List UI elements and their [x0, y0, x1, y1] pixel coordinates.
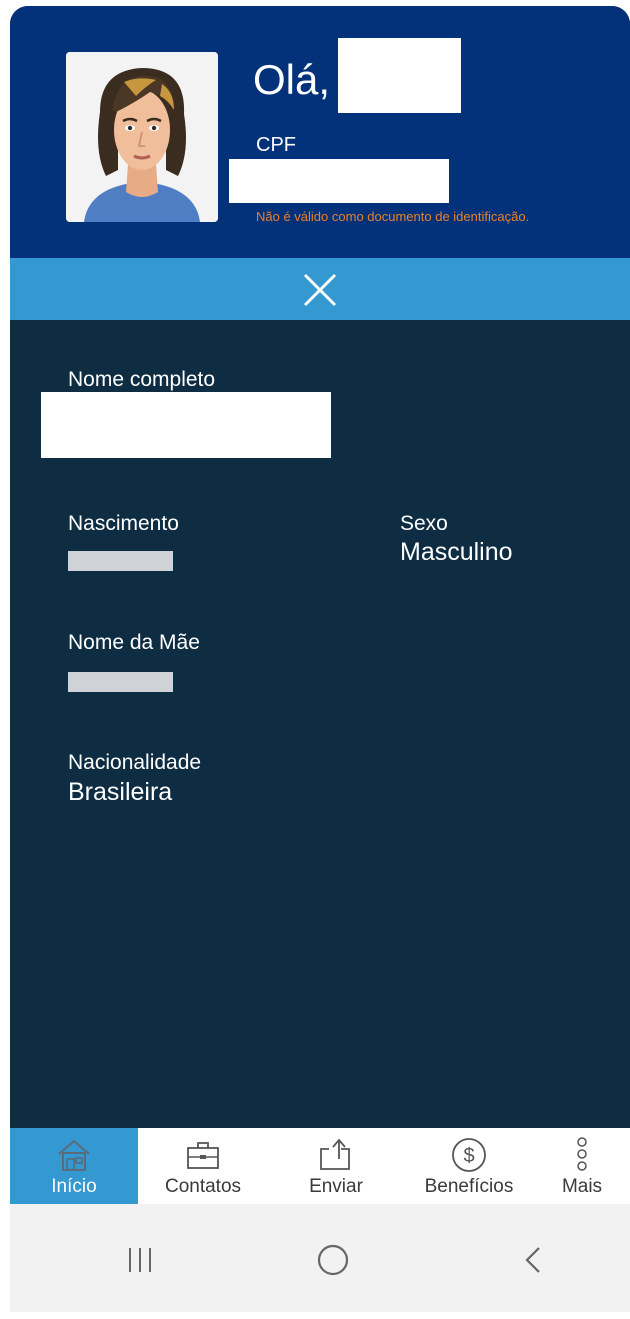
nav-label-contatos: Contatos: [164, 1176, 242, 1197]
birth-date-label: Nascimento: [68, 512, 179, 535]
nav-label-enviar: Enviar: [309, 1176, 363, 1197]
birth-date-value-redacted: [68, 551, 173, 571]
nav-item-beneficios[interactable]: $ Benefícios: [404, 1128, 534, 1204]
greeting: Olá,: [253, 56, 331, 103]
nav-item-enviar[interactable]: Enviar: [268, 1128, 404, 1204]
full-name-label: Nome completo: [68, 368, 216, 391]
avatar: [66, 52, 218, 222]
back-chevron-icon[interactable]: [515, 1240, 555, 1280]
home-icon[interactable]: [56, 1136, 92, 1174]
sex-value: Masculino: [400, 538, 513, 566]
nav-label-beneficios: Benefícios: [424, 1176, 514, 1197]
nav-item-contatos[interactable]: Contatos: [138, 1128, 268, 1204]
nav-item-mais[interactable]: Mais: [534, 1128, 630, 1204]
full-name-value-redacted: [41, 392, 331, 458]
system-navigation-bar: [10, 1204, 630, 1312]
more-vertical-icon[interactable]: [575, 1136, 589, 1174]
close-button[interactable]: [300, 270, 340, 310]
sex-label: Sexo: [400, 512, 448, 535]
recent-apps-icon[interactable]: [120, 1240, 160, 1280]
svg-text:$: $: [463, 1145, 474, 1167]
bottom-navigation: Início Contatos Enviar $ Benefícios Mais: [10, 1128, 630, 1204]
close-bar[interactable]: [10, 258, 630, 320]
user-name-redacted: [338, 38, 461, 113]
disclaimer-text: Não é válido como documento de identific…: [256, 209, 530, 224]
share-icon[interactable]: [317, 1136, 355, 1174]
briefcase-icon[interactable]: [185, 1136, 221, 1174]
profile-header: Olá, CPF Não é válido como documento de …: [10, 6, 630, 258]
dollar-coin-icon[interactable]: $: [451, 1136, 487, 1174]
nav-label-mais: Mais: [561, 1176, 603, 1197]
app-frame: Olá, CPF Não é válido como documento de …: [10, 6, 630, 1312]
nav-label-inicio: Início: [51, 1176, 97, 1197]
cpf-label: CPF: [256, 134, 296, 156]
nationality-value: Brasileira: [68, 778, 173, 806]
nationality-label: Nacionalidade: [68, 751, 202, 774]
mother-name-label: Nome da Mãe: [68, 631, 200, 654]
home-circle-icon[interactable]: [313, 1240, 353, 1280]
close-icon[interactable]: [300, 270, 340, 310]
avatar-illustration: [66, 52, 218, 222]
mother-name-value-redacted: [68, 672, 173, 692]
cpf-value-redacted: [229, 159, 449, 203]
nav-item-inicio[interactable]: Início: [10, 1128, 138, 1204]
